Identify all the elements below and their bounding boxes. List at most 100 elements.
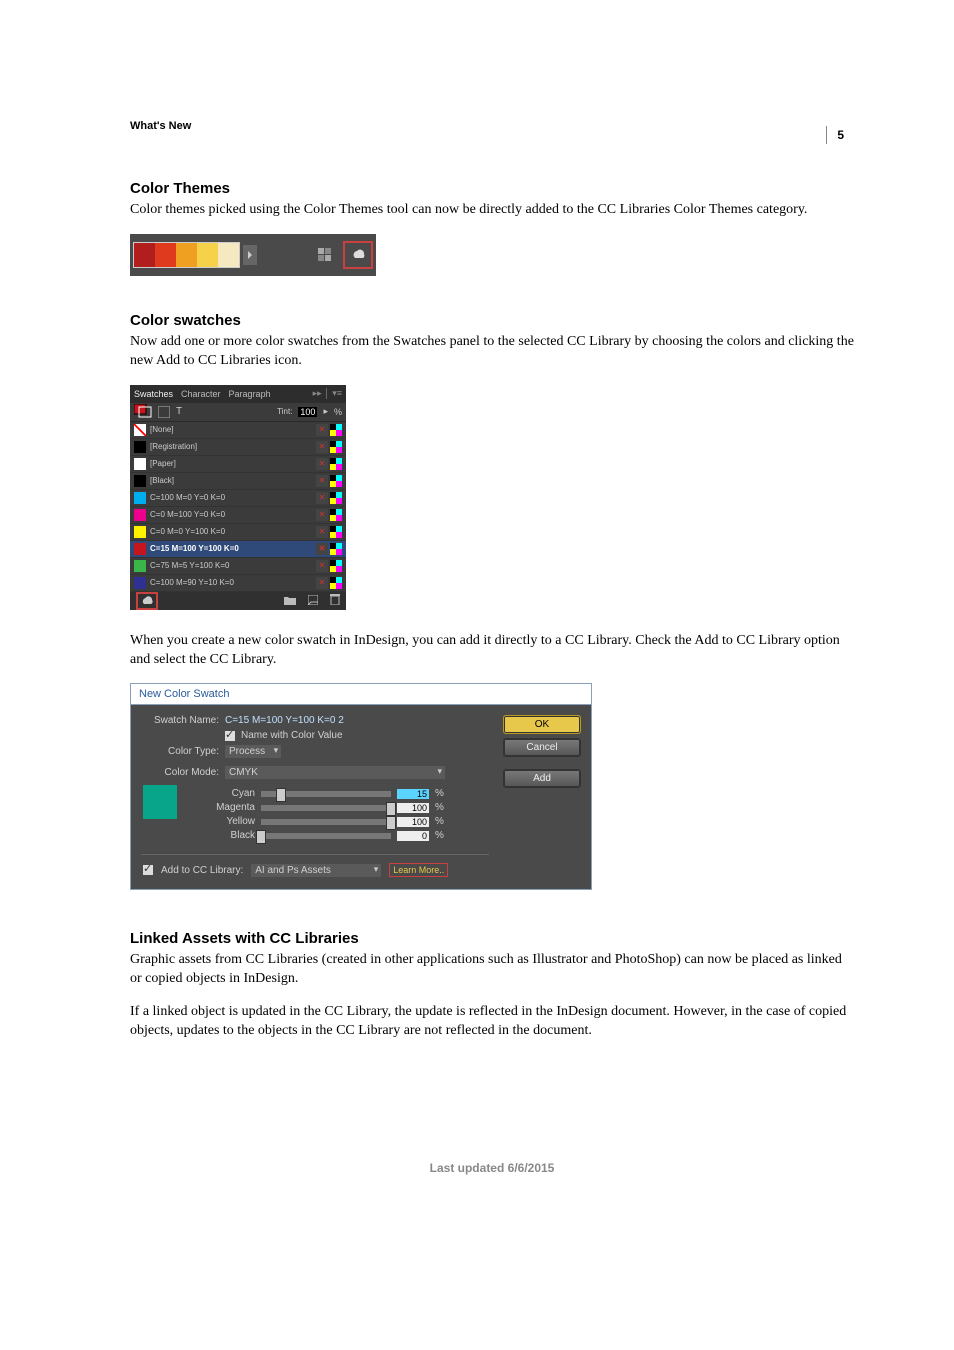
theme-swatch[interactable] [134,243,155,267]
cc-library-dropdown[interactable]: AI and Ps Assets [251,864,381,877]
para-color-themes: Color themes picked using the Color Them… [130,201,854,220]
swatch-row[interactable]: [Registration] ✕ [130,439,346,456]
swatch-mode-icons: ✕ [316,475,342,487]
learn-more-link[interactable]: Learn More.. [389,863,448,877]
swatch-chip [134,492,146,504]
add-button[interactable]: Add [503,769,581,788]
swatch-name: C=0 M=0 Y=100 K=0 [150,527,312,536]
magenta-slider[interactable] [261,805,391,811]
para-linked-assets-2: If a linked object is updated in the CC … [130,1003,854,1041]
panel-menu-icon[interactable]: ▸▸ │ ▾≡ [313,388,342,399]
swatch-row[interactable]: C=0 M=0 Y=100 K=0 ✕ [130,524,346,541]
tint-value[interactable]: 100 [298,407,317,417]
swatch-name: [Black] [150,476,312,485]
cyan-value[interactable]: 15 [397,789,429,799]
swatch-chip [134,475,146,487]
magenta-value[interactable]: 100 [397,803,429,813]
swatch-mode-icons: ✕ [316,492,342,504]
swatch-row[interactable]: C=100 M=0 Y=0 K=0 ✕ [130,490,346,507]
add-to-cc-library-checkbox[interactable] [143,865,153,875]
add-to-cc-library-icon[interactable] [136,592,158,610]
swatch-name: C=0 M=100 Y=0 K=0 [150,510,312,519]
panel-tab-paragraph[interactable]: Paragraph [229,389,271,399]
yellow-slider[interactable] [261,819,391,825]
black-value[interactable]: 0 [397,831,429,841]
tint-label: Tint: [277,407,292,416]
panel-tab-swatches[interactable]: Swatches [134,389,173,399]
dialog-title: New Color Swatch [131,684,591,705]
swatch-name: C=100 M=0 Y=0 K=0 [150,493,312,502]
cyan-slider[interactable] [261,791,391,797]
theme-swatch-row [133,242,240,268]
new-swatch-icon[interactable] [308,595,318,607]
swatch-chip [134,441,146,453]
swatch-mode-icons: ✕ [316,526,342,538]
color-type-label: Color Type: [141,746,219,757]
swatch-chip [134,560,146,572]
swatch-mode-icons: ✕ [316,441,342,453]
swatch-row[interactable]: [Paper] ✕ [130,456,346,473]
para-linked-assets-1: Graphic assets from CC Libraries (create… [130,951,854,989]
color-type-dropdown[interactable]: Process [225,745,281,758]
swatch-mode-icons: ✕ [316,543,342,555]
percent-label: % [435,788,445,799]
swatch-name-label: Swatch Name: [141,715,219,726]
percent-label: % [435,816,445,827]
delete-swatch-icon[interactable] [330,594,340,607]
swatch-mode-icons: ✕ [316,560,342,572]
cancel-button[interactable]: Cancel [503,738,581,757]
fill-stroke-icon[interactable] [134,404,152,420]
swatch-chip [134,509,146,521]
color-mode-label: Color Mode: [141,767,219,778]
heading-color-swatches: Color swatches [130,312,854,329]
page-number: 5 [826,126,844,144]
theme-swatch[interactable] [218,243,239,267]
swatch-row[interactable]: C=100 M=90 Y=10 K=0 ✕ [130,575,346,592]
swatch-row[interactable]: C=75 M=5 Y=100 K=0 ✕ [130,558,346,575]
swatch-mode-icons: ✕ [316,458,342,470]
panel-tab-character[interactable]: Character [181,389,221,399]
swatch-chip [134,543,146,555]
swatch-name: C=100 M=90 Y=10 K=0 [150,578,312,587]
para-color-swatches-1: Now add one or more color swatches from … [130,333,854,371]
swatch-mode-icons: ✕ [316,577,342,589]
swatch-mode-icons: ✕ [316,509,342,521]
add-to-swatches-icon[interactable] [310,241,340,269]
swatch-row[interactable]: [None] ✕ [130,422,346,439]
heading-color-themes: Color Themes [130,180,854,197]
chapter-label: What's New [130,120,854,132]
swatch-name: C=15 M=100 Y=100 K=0 [150,544,312,553]
theme-swatch[interactable] [197,243,218,267]
new-group-icon[interactable] [284,595,296,607]
para-color-swatches-2: When you create a new color swatch in In… [130,632,854,670]
swatch-chip [134,526,146,538]
swatch-name: [Registration] [150,442,312,451]
tint-percent: % [334,407,342,417]
swatch-name-value: C=15 M=100 Y=100 K=0 2 [225,715,344,726]
swatch-row[interactable]: C=15 M=100 Y=100 K=0 ✕ [130,541,346,558]
name-with-color-value-label: Name with Color Value [241,730,343,741]
black-slider[interactable] [261,833,391,839]
swatch-name: [None] [150,425,312,434]
swatch-chip [134,577,146,589]
yellow-value[interactable]: 100 [397,817,429,827]
swatch-row[interactable]: C=0 M=100 Y=0 K=0 ✕ [130,507,346,524]
heading-linked-assets: Linked Assets with CC Libraries [130,930,854,947]
swatch-row[interactable]: [Black] ✕ [130,473,346,490]
swatch-name: [Paper] [150,459,312,468]
add-to-cc-libraries-icon[interactable] [343,241,373,269]
swatch-mode-icons: ✕ [316,424,342,436]
theme-swatch[interactable] [155,243,176,267]
add-to-cc-library-label: Add to CC Library: [161,865,243,876]
color-mode-dropdown[interactable]: CMYK [225,766,445,779]
percent-label: % [435,830,445,841]
container-formatting-icon[interactable] [158,406,170,418]
swatch-name: C=75 M=5 Y=100 K=0 [150,561,312,570]
theme-swatch[interactable] [176,243,197,267]
text-formatting-icon[interactable]: T [176,406,182,417]
name-with-color-value-checkbox[interactable] [225,731,235,741]
theme-dropdown-arrow[interactable] [243,245,257,265]
swatches-panel: Swatches Character Paragraph ▸▸ │ ▾≡ T T… [130,385,346,610]
tint-arrow-icon[interactable]: ▸ [323,406,328,417]
ok-button[interactable]: OK [503,715,581,734]
